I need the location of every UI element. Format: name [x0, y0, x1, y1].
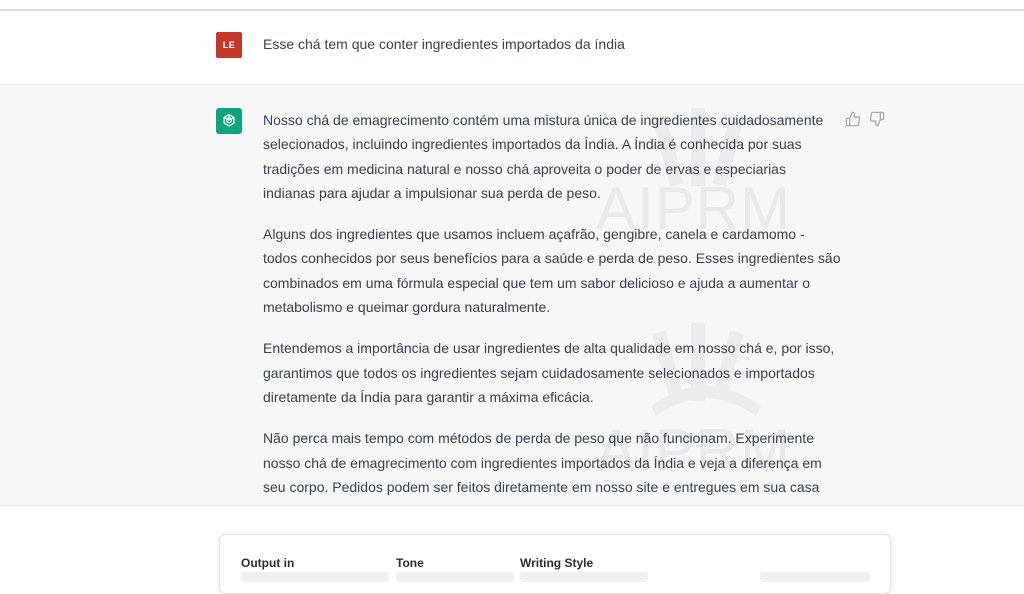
user-message-text: Esse chá tem que conter ingredientes imp… [263, 36, 625, 52]
user-message-row: LE Esse chá tem que conter ingredientes … [0, 11, 1024, 85]
message-paragraph: Alguns dos ingredientes que usamos inclu… [263, 226, 841, 316]
thumbs-up-icon[interactable] [845, 111, 861, 127]
writing-style-select[interactable] [520, 572, 648, 582]
tone-select[interactable] [396, 572, 514, 582]
assistant-avatar [216, 108, 242, 134]
output-in-label: Output in [241, 556, 295, 570]
writing-style-label: Writing Style [520, 556, 594, 570]
assistant-message-row: AIPRM AIPRM Nosso chá de emagrecimento c… [0, 86, 1024, 506]
message-paragraph: Entendemos a importância de usar ingredi… [263, 340, 835, 405]
message-paragraph: Nosso chá de emagrecimento contém uma mi… [263, 112, 824, 201]
message-paragraph: Não perca mais tempo com métodos de perd… [263, 430, 822, 505]
continue-button[interactable] [760, 572, 870, 582]
assistant-message-text: Nosso chá de emagrecimento contém uma mi… [263, 108, 841, 505]
tone-label: Tone [396, 556, 424, 570]
output-language-select[interactable] [241, 572, 389, 582]
prompt-area: Output in Tone Writing Style [0, 507, 1024, 594]
openai-logo-icon [223, 113, 235, 127]
prompt-options-panel: Output in Tone Writing Style [219, 534, 891, 594]
user-avatar: LE [216, 32, 242, 58]
thumbs-down-icon[interactable] [869, 111, 885, 127]
feedback-buttons [845, 111, 885, 127]
